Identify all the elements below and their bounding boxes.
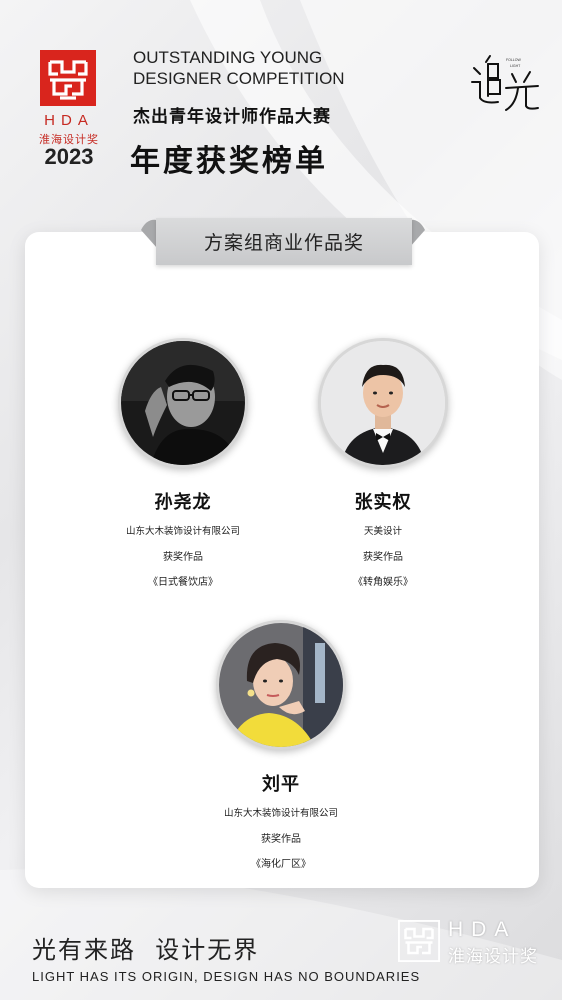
portrait-yellow-image xyxy=(219,623,343,747)
winner-work-title: 《海化厂区》 xyxy=(251,859,311,870)
logo-letters: HDA xyxy=(44,112,94,129)
winner-photo xyxy=(118,338,248,468)
footer-logo-icon xyxy=(398,920,440,962)
competition-title-en: OUTSTANDING YOUNG DESIGNER COMPETITION xyxy=(133,47,345,89)
award-category-banner: 方案组商业作品奖 xyxy=(156,218,412,265)
footer-logo-chinese: 淮海设计奖 xyxy=(448,947,538,967)
winner-name: 张实权 xyxy=(354,492,412,513)
hda-logo-mark xyxy=(40,50,96,106)
footer-logo-letters: HDA xyxy=(448,918,517,941)
slogan-cn: 光有来路 设计无界 xyxy=(32,936,260,964)
follow-light-calligraphy-logo: FOLLOW LIGHT xyxy=(471,55,539,111)
brand-small-text-1: FOLLOW xyxy=(506,58,521,62)
award-category-label: 方案组商业作品奖 xyxy=(203,232,364,254)
page-title: 年度获奖榜单 xyxy=(130,144,328,179)
competition-title-cn: 杰出青年设计师作品大赛 xyxy=(133,107,331,127)
competition-title-en-line1: OUTSTANDING YOUNG xyxy=(133,48,323,67)
winner-card: 刘平 山东大木装饰设计有限公司 获奖作品 《海化厂区》 xyxy=(161,620,401,870)
winner-work-label: 获奖作品 xyxy=(363,552,403,563)
slogan-en: LIGHT HAS ITS ORIGIN, DESIGN HAS NO BOUN… xyxy=(32,969,421,984)
logo-year: 2023 xyxy=(44,144,94,169)
competition-title-en-line2: DESIGNER COMPETITION xyxy=(133,69,345,88)
winner-photo xyxy=(216,620,346,750)
winner-name: 刘平 xyxy=(262,774,300,795)
footer-hda-logo: HDA 淮海设计奖 xyxy=(398,916,544,968)
brand-small-text-2: LIGHT xyxy=(510,64,521,68)
winner-work-title: 《转角娱乐》 xyxy=(353,577,413,588)
winner-card: 张实权 天美设计 获奖作品 《转角娱乐》 xyxy=(263,338,503,588)
winner-company: 天美设计 xyxy=(363,526,402,537)
hda-logo-icon xyxy=(40,50,96,106)
winner-work-label: 获奖作品 xyxy=(261,834,301,845)
winner-photo xyxy=(318,338,448,468)
winner-company: 山东大木装饰设计有限公司 xyxy=(223,808,338,819)
portrait-bw-image xyxy=(121,341,245,465)
portrait-tuxedo-image xyxy=(321,341,445,465)
